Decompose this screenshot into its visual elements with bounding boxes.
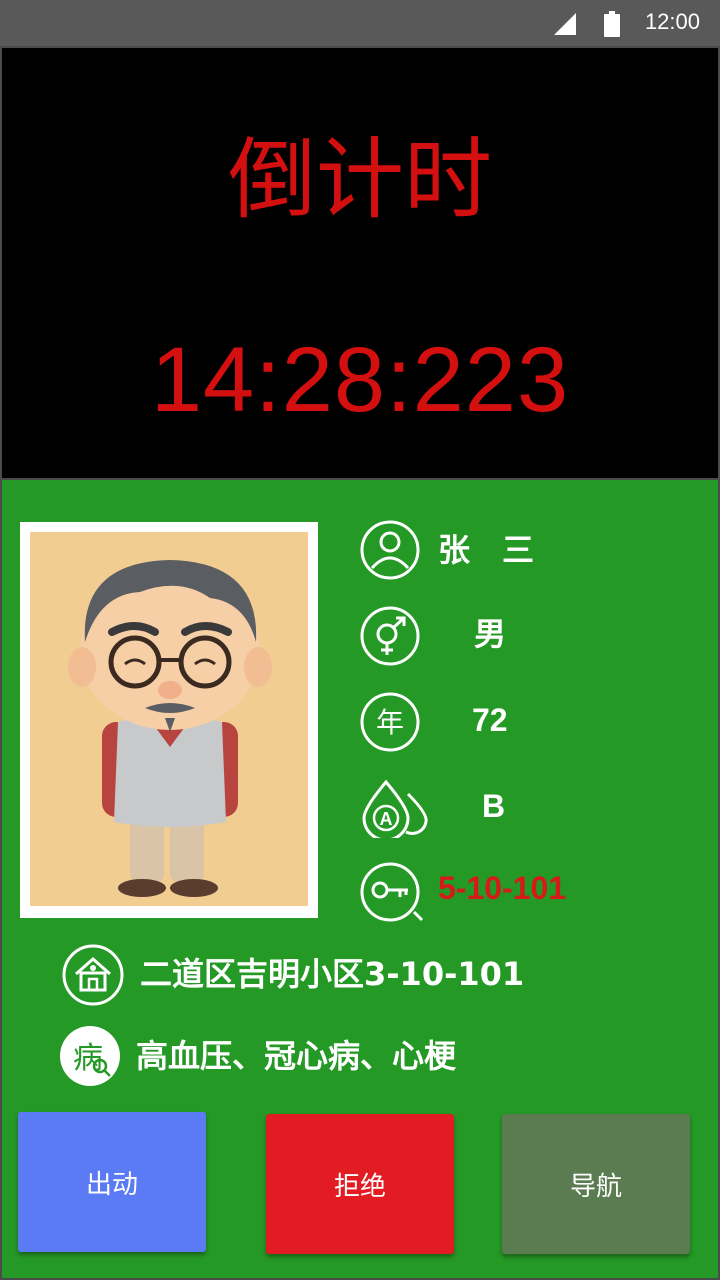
gender-icon (360, 606, 420, 666)
battery-icon (604, 11, 620, 37)
status-bar: 12:00 (0, 0, 720, 46)
room-key-number: 5-10-101 (438, 870, 567, 906)
patient-age: 72 (472, 702, 508, 738)
patient-blood-type: B (482, 788, 506, 824)
patient-diseases: 高血压、冠心病、心梗 (136, 1037, 457, 1075)
disease-icon: 病 (60, 1026, 120, 1086)
navigate-button[interactable]: 导航 (502, 1114, 690, 1254)
patient-photo (20, 522, 318, 918)
year-icon: 年 (360, 692, 420, 752)
patient-address: 二道区吉明小区3-10-101 (140, 955, 525, 993)
elderly-man-avatar (30, 532, 308, 906)
reject-button[interactable]: 拒绝 (266, 1114, 454, 1254)
countdown-panel: 倒计时 14:28:223 (2, 48, 718, 478)
key-icon (360, 862, 424, 922)
patient-info-panel: 张 三 男 年 72 A B 5-10-101 二道区吉明小区3-10-101 … (2, 480, 718, 1278)
person-icon (360, 520, 420, 580)
svg-text:年: 年 (376, 706, 404, 739)
patient-gender: 男 (474, 615, 507, 653)
countdown-value: 14:28:223 (150, 329, 570, 431)
countdown-title: 倒计时 (227, 128, 492, 231)
dispatch-button[interactable]: 出动 (18, 1112, 206, 1252)
status-time: 12:00 (644, 9, 700, 34)
patient-name: 张 三 (438, 531, 535, 569)
blood-type-icon: A (362, 779, 428, 838)
svg-text:A: A (380, 809, 393, 829)
home-icon (62, 944, 124, 1006)
signal-icon (554, 13, 576, 35)
